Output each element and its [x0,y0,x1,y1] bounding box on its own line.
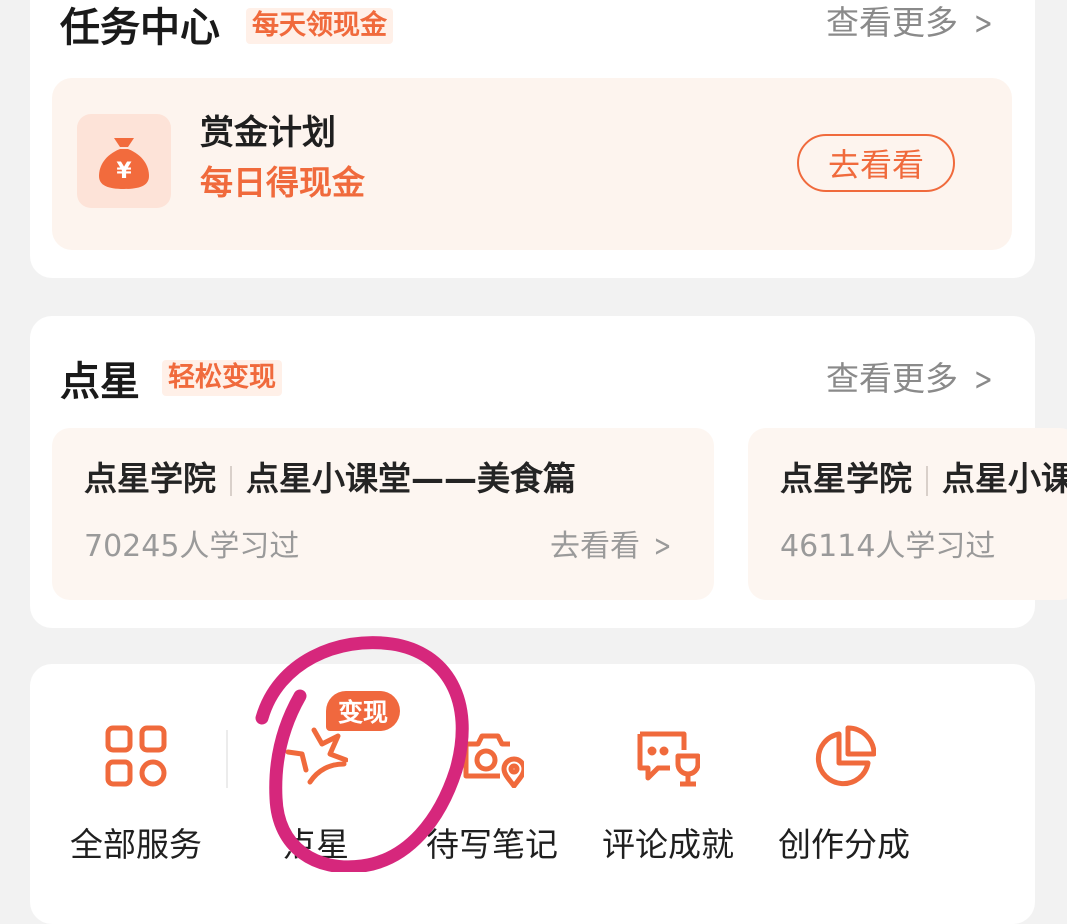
camera-location-icon [460,724,527,789]
more-label: 查看更多 [826,359,958,398]
star-title: 点星 [60,359,140,405]
pie-chart-icon [812,724,877,788]
divider [230,465,232,496]
bounty-plan-item[interactable]: ¥ 赏金计划 每日得现金 去看看 [52,78,1012,250]
service-label: 创作分成 [778,825,910,864]
money-bag-symbol: ¥ [116,159,132,184]
service-label: 点星 [283,825,349,864]
course-title: 点星学院点星小课堂 [780,462,1067,496]
chat-trophy-icon [636,724,701,788]
course-go-label: 去看看 [550,529,640,564]
task-center-more-link[interactable]: 查看更多 > [826,6,997,39]
course-name: 点星小课堂 [942,459,1067,498]
course-source: 点星学院 [780,459,912,498]
star-tag: 轻松变现 [162,360,282,396]
service-pending-notes[interactable]: 待写笔记 [412,724,572,861]
service-label: 全部服务 [70,825,202,864]
service-creator-share[interactable]: 创作分成 [764,724,924,861]
more-label: 查看更多 [826,3,958,42]
task-center-tag: 每天领现金 [246,8,393,44]
star-card: 点星 轻松变现 查看更多 > 点星学院 点星小课堂——美食篇 70245人学习过 去… [30,316,1067,628]
star-icon [284,724,349,788]
divider [226,730,228,788]
course-card[interactable]: 点星学院 点星小课堂——美食篇 70245人学习过 去看看 > [52,428,714,600]
chevron-right-icon: > [974,360,993,398]
divider [926,465,928,496]
course-learner-count: 46114人学习过 [780,529,996,564]
task-center-card: 任务中心 每天领现金 查看更多 > ¥ 赏金计划 每日得现金 去看看 [30,0,1035,278]
service-star[interactable]: 点星 [236,724,396,861]
bounty-go-button[interactable]: 去看看 [797,134,955,192]
money-bag-icon: ¥ [77,114,171,208]
service-all[interactable]: 全部服务 [56,724,216,861]
course-learner-count: 70245人学习过 [84,529,300,564]
chevron-right-icon: > [653,529,672,564]
course-title: 点星学院 点星小课堂——美食篇 [84,462,576,496]
bounty-subtitle: 每日得现金 [200,163,365,202]
bounty-title: 赏金计划 [200,113,336,153]
service-label: 待写笔记 [426,825,558,864]
course-go-link[interactable]: 去看看 > [550,532,675,562]
services-card: 全部服务 变现 点星 待写笔记 评论成就 创作分成 [30,664,1035,924]
grid-icon [104,724,168,788]
course-source: 点星学院 [84,459,216,498]
service-comment-achievement[interactable]: 评论成就 [588,724,748,861]
chevron-right-icon: > [974,4,993,42]
task-center-title: 任务中心 [60,5,220,51]
course-name: 点星小课堂——美食篇 [246,459,576,498]
course-card[interactable]: 点星学院点星小课堂 46114人学习过 [748,428,1067,600]
service-label: 评论成就 [602,825,734,864]
star-more-link[interactable]: 查看更多 > [826,362,997,395]
